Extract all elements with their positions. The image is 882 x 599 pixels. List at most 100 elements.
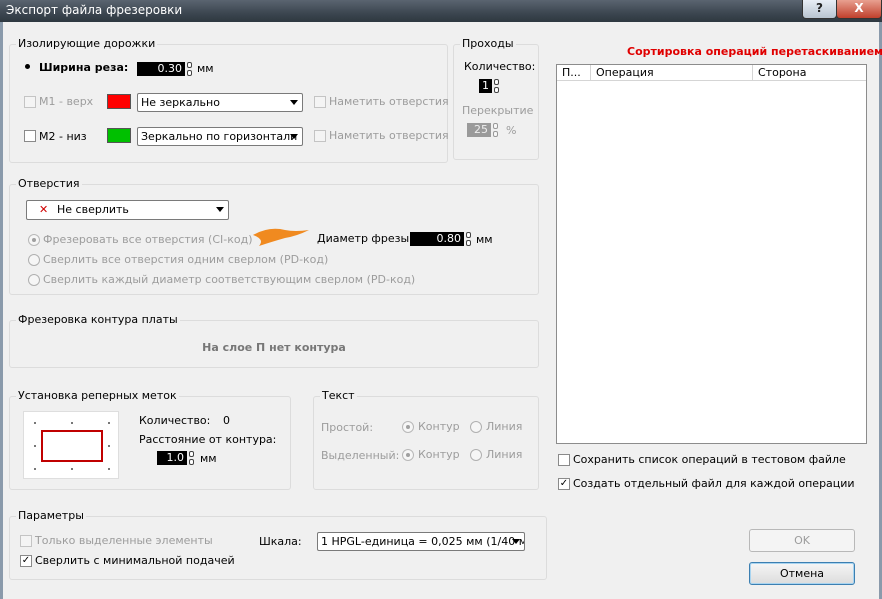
contour-message: На слое П нет контура [202, 341, 346, 354]
save-list-label: Сохранить список операций в тестовом фай… [573, 453, 846, 466]
dialog-body: Изолирующие дорожки Ширина реза: 0.30 мм… [0, 22, 882, 599]
fiducials-distance-spinner[interactable] [189, 451, 194, 465]
separate-file-checkbox[interactable]: ✓ [558, 478, 570, 490]
fiducials-count-label: Количество: [139, 414, 211, 427]
overlap-label: Перекрытие [462, 104, 534, 117]
operations-list-header: П... Операция Сторона [557, 65, 866, 81]
cutter-diameter-label: Диаметр фрезы: [317, 232, 413, 245]
isolation-group-title: Изолирующие дорожки [16, 37, 158, 50]
mill-all-holes-label: Фрезеровать все отверстия (CI-код) [43, 233, 253, 246]
cut-width-label: Ширина реза: [39, 61, 129, 74]
m2-label: M2 - низ [39, 130, 87, 143]
fiducial-mark [108, 468, 110, 470]
chevron-down-icon [512, 539, 520, 544]
m2-mark-holes-checkbox[interactable] [314, 130, 326, 142]
cancel-button[interactable]: Отмена [749, 562, 855, 585]
bullet-icon [25, 64, 30, 69]
drill-mode-select[interactable]: ✕ Не сверлить [26, 200, 229, 220]
fiducials-distance-label: Расстояние от контура: [139, 433, 277, 446]
sort-hint: Сортировка операций перетаскиванием [627, 45, 882, 58]
text-group-title: Текст [320, 389, 357, 402]
fiducials-count-value: 0 [223, 414, 230, 427]
chevron-down-icon [216, 207, 224, 212]
fiducials-distance-unit: мм [200, 452, 217, 465]
drill-one-bit-radio[interactable] [28, 254, 40, 266]
column-header-side[interactable]: Сторона [753, 65, 866, 80]
passes-count-input[interactable]: 1 [479, 79, 492, 93]
cutter-diameter-input[interactable]: 0.80 [410, 232, 464, 246]
close-button[interactable]: X [836, 0, 882, 19]
window-title: Экспорт файла фрезеровки [6, 3, 183, 17]
m2-checkbox[interactable] [24, 130, 36, 142]
text-selected-line-label: Линия [486, 448, 523, 461]
min-feed-label: Сверлить с минимальной подачей [35, 554, 235, 567]
fiducial-mark [108, 445, 110, 447]
fiducial-mark [71, 468, 73, 470]
text-simple-contour-radio[interactable] [402, 421, 414, 433]
text-selected-label: Выделенный: [321, 449, 400, 462]
fiducials-group-title: Установка реперных меток [16, 389, 179, 402]
m2-mark-holes-label: Наметить отверстия [329, 129, 449, 142]
text-group: Текст [313, 389, 539, 490]
chevron-down-icon [290, 100, 298, 105]
save-list-checkbox[interactable] [558, 454, 570, 466]
board-outline-preview [41, 430, 103, 462]
fiducials-distance-input[interactable]: 1.0 [157, 451, 187, 465]
passes-count-label: Количество: [464, 60, 536, 73]
mill-all-holes-radio[interactable] [28, 234, 40, 246]
cutter-diameter-spinner[interactable] [466, 232, 471, 246]
drill-one-bit-label: Сверлить все отверстия одним сверлом (PD… [43, 253, 329, 266]
text-selected-contour-label: Контур [418, 448, 460, 461]
cut-width-unit: мм [197, 62, 214, 75]
m2-mirror-value: Зеркально по горизонтали [141, 130, 298, 143]
text-simple-contour-label: Контур [418, 420, 460, 433]
params-group-title: Параметры [16, 509, 86, 522]
m2-color-swatch[interactable] [107, 128, 131, 143]
only-selected-checkbox[interactable] [20, 535, 32, 547]
column-header-operation[interactable]: Операция [591, 65, 753, 80]
overlap-unit: % [506, 124, 517, 137]
fiducial-mark [108, 422, 110, 424]
m1-mark-holes-checkbox[interactable] [314, 96, 326, 108]
m1-color-swatch[interactable] [107, 94, 131, 109]
passes-group-title: Проходы [460, 37, 516, 50]
m1-mirror-value: Не зеркально [141, 96, 220, 109]
drill-each-diameter-label: Сверлить каждый диаметр соответствующим … [43, 273, 416, 286]
title-bar: Экспорт файла фрезеровки ? X [0, 0, 882, 22]
passes-count-spinner[interactable] [494, 79, 499, 93]
overlap-spinner[interactable] [493, 123, 498, 137]
fiducials-preview [23, 411, 119, 479]
ok-button[interactable]: OK [749, 529, 855, 552]
m2-mirror-select[interactable]: Зеркально по горизонтали [137, 127, 303, 146]
only-selected-label: Только выделенные элементы [35, 534, 213, 547]
chevron-down-icon [290, 134, 298, 139]
fiducial-mark [71, 422, 73, 424]
help-button[interactable]: ? [802, 0, 837, 19]
red-x-icon: ✕ [39, 203, 49, 216]
drill-mode-value: Не сверлить [57, 203, 129, 216]
cut-width-input[interactable]: 0.30 [137, 62, 185, 76]
scale-value: 1 HPGL-единица = 0,025 мм (1/40 мм) [321, 535, 525, 548]
min-feed-checkbox[interactable]: ✓ [20, 555, 32, 567]
column-header-pass[interactable]: П... [557, 65, 591, 80]
text-selected-line-radio[interactable] [470, 449, 482, 461]
fiducial-mark [34, 468, 36, 470]
m1-checkbox[interactable] [24, 96, 36, 108]
cut-width-spinner[interactable] [187, 62, 192, 76]
operations-list[interactable]: П... Операция Сторона [556, 64, 867, 444]
m1-label: M1 - верх [39, 95, 94, 108]
text-simple-line-radio[interactable] [470, 421, 482, 433]
m1-mark-holes-label: Наметить отверстия [329, 95, 449, 108]
fiducial-mark [34, 422, 36, 424]
overlap-input[interactable]: 25 [467, 123, 491, 137]
drill-each-diameter-radio[interactable] [28, 274, 40, 286]
text-simple-line-label: Линия [486, 420, 523, 433]
cutter-diameter-unit: мм [476, 233, 493, 246]
scale-select[interactable]: 1 HPGL-единица = 0,025 мм (1/40 мм) [317, 532, 525, 551]
text-selected-contour-radio[interactable] [402, 449, 414, 461]
scale-label: Шкала: [259, 535, 302, 548]
orange-arrow-icon [253, 228, 309, 246]
m1-mirror-select[interactable]: Не зеркально [137, 93, 303, 112]
holes-group-title: Отверстия [16, 177, 82, 190]
fiducial-mark [34, 445, 36, 447]
